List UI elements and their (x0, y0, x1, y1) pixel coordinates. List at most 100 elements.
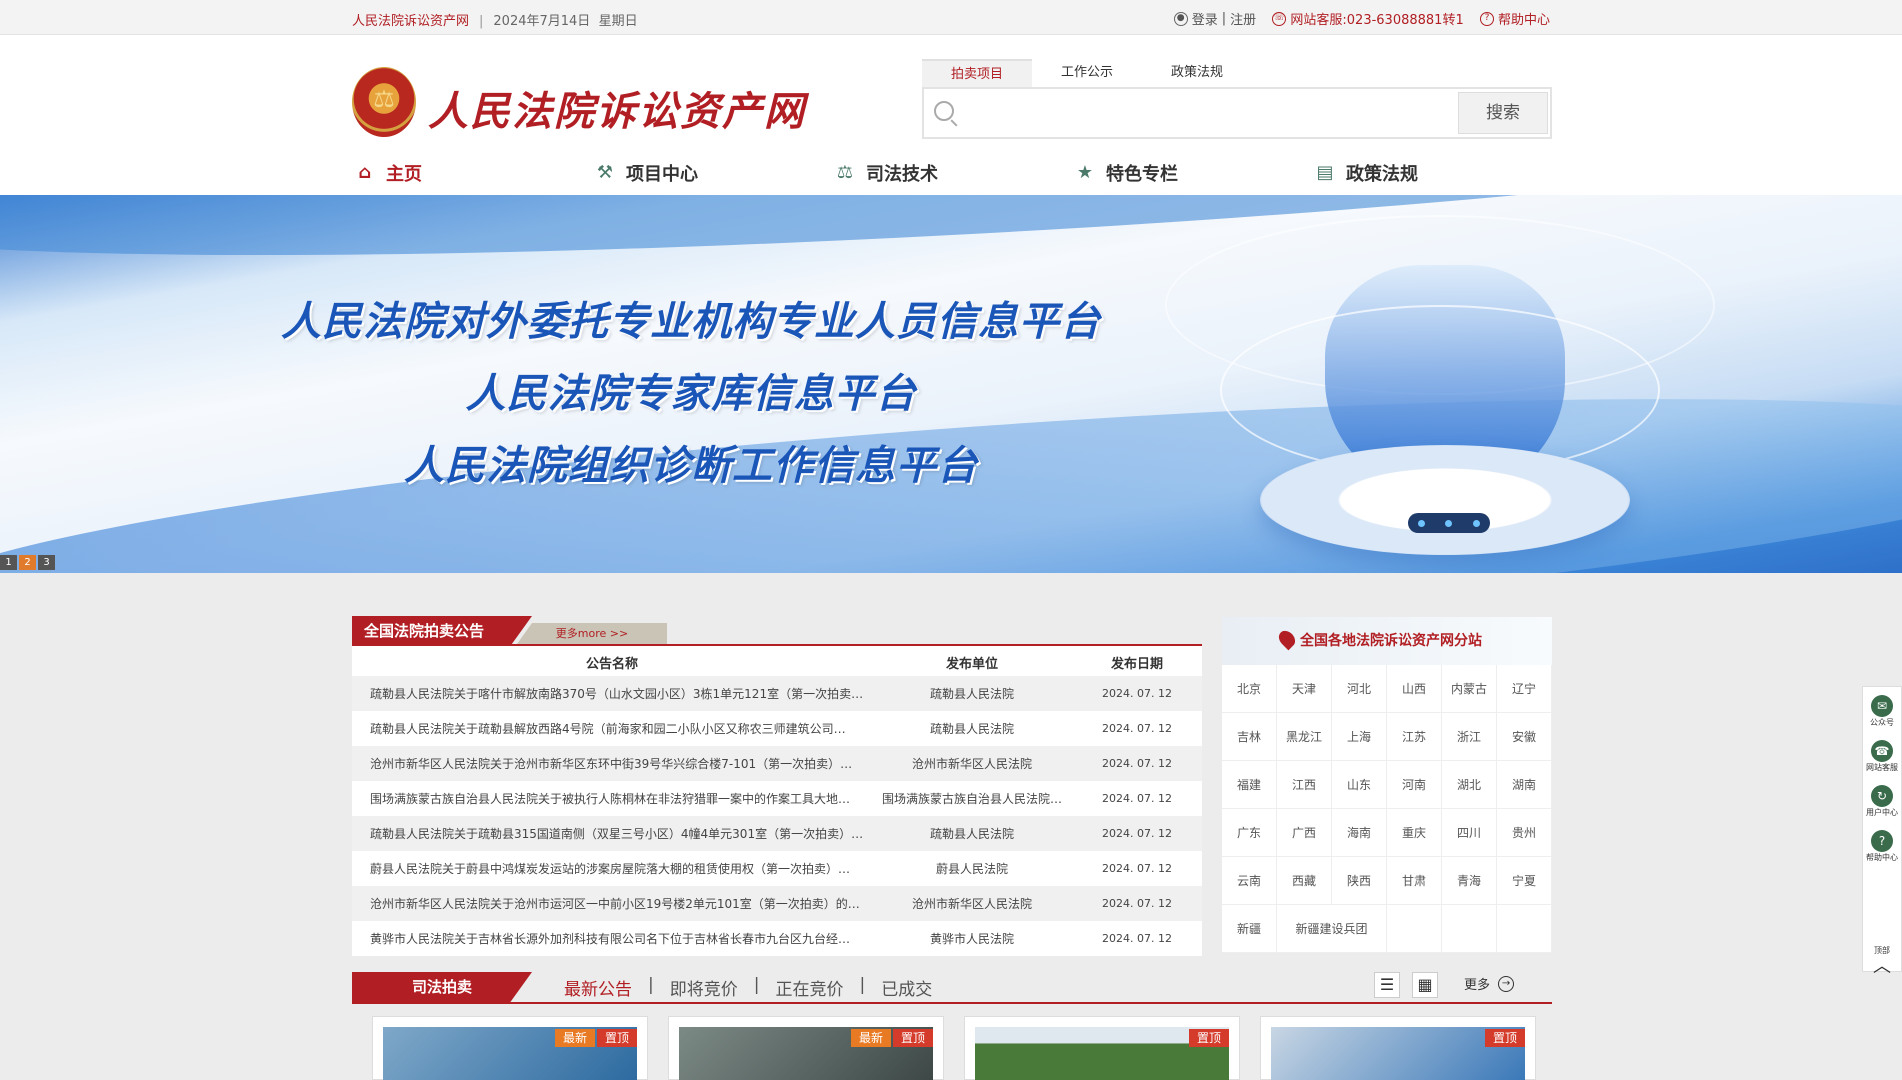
region-link[interactable]: 四川 (1442, 809, 1497, 857)
search-box: 搜索 (922, 87, 1552, 139)
banner-page-2[interactable]: 2 (19, 555, 36, 570)
help-center-link[interactable]: 帮助中心 (1498, 9, 1550, 28)
region-link[interactable]: 海南 (1332, 809, 1387, 857)
row-name[interactable]: 围场满族蒙古族自治县人民法院关于被执行人陈桐林在非法狩猎罪一案中的作案工具大地… (352, 790, 872, 807)
region-link[interactable]: 甘肃 (1387, 857, 1442, 905)
sidebar-user-center[interactable]: ↻ 用户中心 (1866, 785, 1898, 818)
region-link[interactable]: 西藏 (1277, 857, 1332, 905)
sidebar-label: 帮助中心 (1866, 853, 1898, 862)
row-name[interactable]: 蔚县人民法院关于蔚县中鸿煤炭发运站的涉案房屋院落大棚的租赁使用权（第一次拍卖）… (352, 860, 872, 877)
region-link[interactable]: 广西 (1277, 809, 1332, 857)
tab-closed[interactable]: 已成交 (879, 975, 934, 1000)
tab-ongoing[interactable]: 正在竞价 (773, 975, 845, 1000)
region-link[interactable]: 北京 (1222, 665, 1277, 713)
hero-banner[interactable]: 人民法院对外委托专业机构专业人员信息平台 人民法院专家库信息平台 人民法院组织诊… (0, 195, 1902, 573)
row-name[interactable]: 疏勒县人民法院关于疏勒县315国道南侧（双星三号小区）4幢4单元301室（第一次… (352, 825, 872, 842)
site-name[interactable]: 人民法院诉讼资产网 (352, 14, 469, 29)
region-link[interactable]: 河南 (1387, 761, 1442, 809)
row-name[interactable]: 黄骅市人民法院关于吉林省长源外加剂科技有限公司名下位于吉林省长春市九台区九台经… (352, 930, 872, 947)
region-link[interactable]: 江苏 (1387, 713, 1442, 761)
region-link[interactable]: 浙江 (1442, 713, 1497, 761)
table-row[interactable]: 沧州市新华区人民法院关于沧州市运河区一中前小区19号楼2单元101室（第一次拍卖… (352, 886, 1202, 921)
region-link[interactable]: 重庆 (1387, 809, 1442, 857)
nav-policy[interactable]: ▤ 政策法规 (1312, 155, 1552, 191)
nav-special-column[interactable]: ★ 特色专栏 (1072, 155, 1312, 191)
header: 人民法院诉讼资产网 拍卖项目 工作公示 政策法规 搜索 ⌂ 主页 ⚒ 项目中心 ⚖ 司… (0, 35, 1902, 195)
tab-upcoming[interactable]: 即将竞价 (668, 975, 740, 1000)
auction-card[interactable]: 置顶 (964, 1016, 1240, 1080)
region-link[interactable]: 江西 (1277, 761, 1332, 809)
region-link[interactable]: 天津 (1277, 665, 1332, 713)
banner-page-3[interactable]: 3 (38, 555, 55, 570)
region-link[interactable]: 云南 (1222, 857, 1277, 905)
region-link[interactable]: 山西 (1387, 665, 1442, 713)
more-link[interactable]: 更多 → (1464, 974, 1515, 993)
region-link[interactable]: 贵州 (1497, 809, 1552, 857)
logo-text[interactable]: 人民法院诉讼资产网 (428, 79, 806, 137)
login-link[interactable]: 登录 (1192, 9, 1218, 28)
badge-star-icon: ★ (1076, 162, 1094, 183)
auction-cards: 最新 置顶 最新 置顶 置顶 置顶 (372, 1016, 1536, 1080)
region-link[interactable]: 宁夏 (1497, 857, 1552, 905)
table-row[interactable]: 黄骅市人民法院关于吉林省长源外加剂科技有限公司名下位于吉林省长春市九台区九台经…… (352, 921, 1202, 956)
row-name[interactable]: 疏勒县人民法院关于喀什市解放南路370号（山水文园小区）3栋1单元121室（第一… (352, 685, 872, 702)
table-row[interactable]: 疏勒县人民法院关于疏勒县解放西路4号院（前海家和园二小队小区又称农三师建筑公司…… (352, 711, 1202, 746)
auction-card[interactable]: 最新 置顶 (668, 1016, 944, 1080)
tab-latest[interactable]: 最新公告 (562, 975, 634, 1000)
region-link[interactable]: 内蒙古 (1442, 665, 1497, 713)
row-name[interactable]: 疏勒县人民法院关于疏勒县解放西路4号院（前海家和园二小队小区又称农三师建筑公司… (352, 720, 872, 737)
region-link[interactable]: 陕西 (1332, 857, 1387, 905)
header-date: 发布日期 (1110, 657, 1163, 672)
region-link[interactable]: 河北 (1332, 665, 1387, 713)
row-date: 2024. 07. 12 (1102, 757, 1172, 770)
pinned-badge: 置顶 (1484, 1029, 1525, 1047)
sidebar-wechat[interactable]: ✉ 公众号 (1870, 695, 1894, 728)
search-tab-work-notice[interactable]: 工作公示 (1032, 59, 1142, 87)
banner-line: 人民法院专家库信息平台 (465, 371, 917, 417)
substations-title: 全国各地法院诉讼资产网分站 (1300, 633, 1482, 649)
back-to-top[interactable]: 顶部 ︿ (1871, 945, 1893, 978)
search-tab-policy[interactable]: 政策法规 (1142, 59, 1252, 87)
region-link[interactable]: 广东 (1222, 809, 1277, 857)
table-row[interactable]: 沧州市新华区人民法院关于沧州市新华区东环中街39号华兴综合楼7-101（第一次拍… (352, 746, 1202, 781)
region-link[interactable]: 湖南 (1497, 761, 1552, 809)
register-link[interactable]: 注册 (1230, 9, 1256, 28)
auction-card[interactable]: 置顶 (1260, 1016, 1536, 1080)
list-view-icon[interactable]: ☰ (1374, 972, 1400, 998)
table-row[interactable]: 蔚县人民法院关于蔚县中鸿煤炭发运站的涉案房屋院落大棚的租赁使用权（第一次拍卖）…… (352, 851, 1202, 886)
nav-project-center[interactable]: ⚒ 项目中心 (592, 155, 832, 191)
sidebar-service[interactable]: ☎ 网站客服 (1866, 740, 1898, 773)
region-link[interactable]: 福建 (1222, 761, 1277, 809)
search-input[interactable] (968, 97, 1468, 129)
region-link[interactable]: 安徽 (1497, 713, 1552, 761)
current-date: 2024年7月14日 (493, 14, 591, 29)
separator: | (859, 975, 866, 995)
region-link[interactable]: 黑龙江 (1277, 713, 1332, 761)
table-row[interactable]: 疏勒县人民法院关于疏勒县315国道南侧（双星三号小区）4幢4单元301室（第一次… (352, 816, 1202, 851)
region-link[interactable]: 新疆 (1222, 905, 1277, 953)
region-link[interactable]: 辽宁 (1497, 665, 1552, 713)
separator: | (479, 14, 484, 29)
auction-card[interactable]: 最新 置顶 (372, 1016, 648, 1080)
banner-page-1[interactable]: 1 (0, 555, 17, 570)
row-name[interactable]: 沧州市新华区人民法院关于沧州市新华区东环中街39号华兴综合楼7-101（第一次拍… (352, 755, 872, 772)
nav-judicial-tech[interactable]: ⚖ 司法技术 (832, 155, 1072, 191)
nav-home[interactable]: ⌂ 主页 (352, 155, 592, 191)
search-button[interactable]: 搜索 (1458, 92, 1548, 134)
service-phone[interactable]: 网站客服:023-63088881转1 (1290, 9, 1463, 28)
more-link[interactable]: 更多more >> (517, 623, 667, 644)
region-link[interactable]: 上海 (1332, 713, 1387, 761)
section-header: 更多more >> 全国法院拍卖公告 (352, 616, 1202, 646)
table-row[interactable]: 围场满族蒙古族自治县人民法院关于被执行人陈桐林在非法狩猎罪一案中的作案工具大地…… (352, 781, 1202, 816)
sidebar-help[interactable]: ? 帮助中心 (1866, 830, 1898, 863)
court-emblem-icon[interactable] (352, 67, 416, 137)
table-row[interactable]: 疏勒县人民法院关于喀什市解放南路370号（山水文园小区）3栋1单元121室（第一… (352, 676, 1202, 711)
region-link[interactable]: 吉林 (1222, 713, 1277, 761)
row-name[interactable]: 沧州市新华区人民法院关于沧州市运河区一中前小区19号楼2单元101室（第一次拍卖… (352, 895, 872, 912)
region-link[interactable]: 青海 (1442, 857, 1497, 905)
region-link[interactable]: 山东 (1332, 761, 1387, 809)
region-link[interactable]: 新疆建设兵团 (1277, 905, 1387, 953)
search-tab-auction[interactable]: 拍卖项目 (922, 59, 1032, 87)
region-link[interactable]: 湖北 (1442, 761, 1497, 809)
grid-view-icon[interactable]: ▦ (1412, 972, 1438, 998)
